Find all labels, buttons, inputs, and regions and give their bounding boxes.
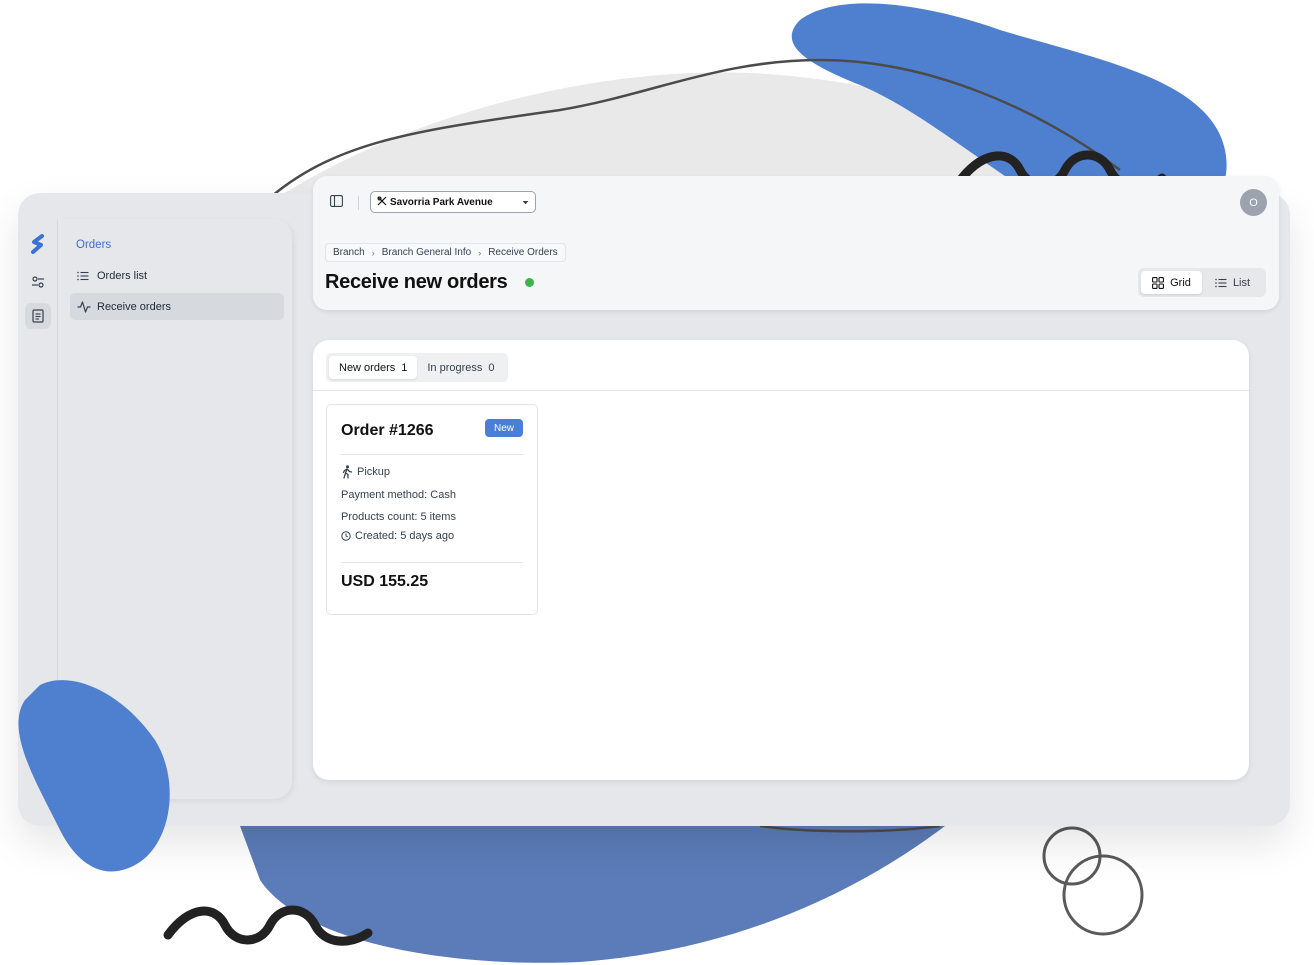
panel-left-icon: [329, 194, 343, 212]
chevron-right-icon: ›: [371, 247, 375, 258]
avatar[interactable]: O: [1240, 189, 1267, 216]
grid-view-label: Grid: [1170, 276, 1191, 289]
clock-icon: [341, 531, 351, 541]
branch-select[interactable]: Savorria Park Avenue: [370, 191, 536, 213]
list-icon: [1215, 278, 1227, 288]
sidebar: Orders Orders list Receive orders: [58, 219, 292, 799]
orders-panel: New orders 1 In progress 0 Order #1266 N…: [313, 340, 1249, 780]
sidebar-item-label: Receive orders: [97, 300, 171, 313]
grid-view-button[interactable]: Grid: [1141, 271, 1202, 294]
divider: [341, 562, 523, 563]
page-header: Savorria Park Avenue O Branch › Branch G…: [313, 176, 1279, 310]
sidebar-item-receive-orders[interactable]: Receive orders: [70, 293, 284, 320]
tab-count: 1: [401, 361, 408, 374]
list-icon: [77, 271, 97, 281]
activity-icon: [77, 300, 97, 313]
sidebar-toggle-button[interactable]: [327, 194, 345, 212]
order-type-label: Pickup: [357, 466, 391, 478]
icon-rail: [19, 219, 58, 799]
ring-small: [1042, 826, 1102, 886]
tab-label: In progress: [427, 361, 483, 374]
walking-person-icon: [341, 465, 353, 479]
order-status-tabs: New orders 1 In progress 0: [326, 353, 508, 382]
order-card[interactable]: Order #1266 New Pickup Payment method: C…: [326, 404, 538, 615]
tab-count: 0: [488, 361, 495, 374]
order-title: Order #1266: [341, 422, 434, 439]
sliders-icon[interactable]: [25, 269, 51, 295]
order-created-label: Created: 5 days ago: [355, 530, 455, 542]
logo-icon[interactable]: [25, 231, 51, 257]
sidebar-title: Orders: [76, 239, 112, 251]
receipt-icon[interactable]: [25, 303, 51, 329]
sidebar-item-orders-list[interactable]: Orders list: [70, 262, 284, 289]
list-view-label: List: [1232, 276, 1251, 289]
branch-select-value: Savorria Park Avenue: [390, 196, 493, 208]
tab-in-progress[interactable]: In progress 0: [417, 356, 504, 379]
breadcrumb: Branch › Branch General Info › Receive O…: [325, 243, 566, 262]
utensils-icon: [377, 196, 387, 209]
tab-label: New orders: [339, 361, 396, 374]
divider: [313, 390, 1249, 391]
divider: [341, 454, 523, 455]
ring-large: [1062, 854, 1144, 936]
chevron-right-icon: ›: [478, 247, 482, 258]
order-total: USD 155.25: [341, 573, 429, 590]
breadcrumb-item[interactable]: Branch General Info: [382, 247, 472, 258]
order-created: Created: 5 days ago: [341, 530, 454, 542]
order-payment: Payment method: Cash: [341, 489, 456, 501]
order-products-count: Products count: 5 items: [341, 511, 456, 523]
divider: [358, 196, 359, 210]
page-title: Receive new orders: [325, 271, 508, 293]
sidebar-item-label: Orders list: [97, 269, 148, 282]
breadcrumb-item: Receive Orders: [488, 247, 558, 258]
tab-new-orders[interactable]: New orders 1: [329, 356, 418, 379]
view-toggle: Grid List: [1138, 268, 1266, 297]
grid-icon: [1152, 276, 1165, 289]
list-view-button[interactable]: List: [1202, 271, 1263, 294]
breadcrumb-item[interactable]: Branch: [333, 247, 365, 258]
status-badge: New: [485, 419, 523, 437]
status-indicator: [525, 278, 534, 287]
order-type: Pickup: [341, 465, 390, 479]
chevron-down-icon: [522, 197, 529, 208]
